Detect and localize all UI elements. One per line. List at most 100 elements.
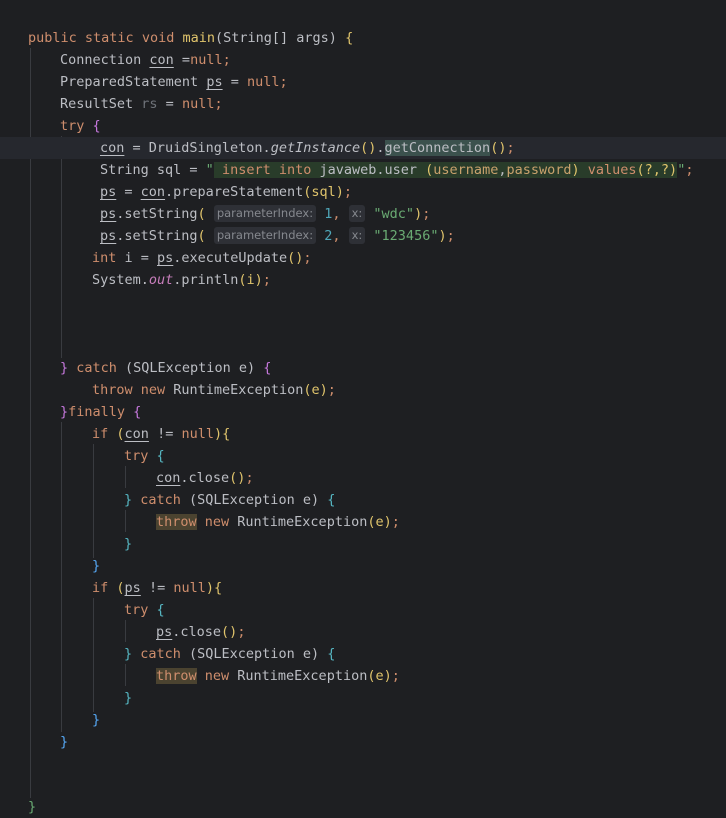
code-text: = DruidSingleton. <box>124 140 271 156</box>
keyword: try <box>124 448 149 464</box>
semicolon: ; <box>422 206 431 222</box>
semicolon: ; <box>237 624 246 640</box>
code-line[interactable]: try { <box>0 599 726 621</box>
semicolon: ; <box>303 250 312 266</box>
code-line-caret[interactable]: con = DruidSingleton.getInstance().getCo… <box>0 137 726 159</box>
brace: } <box>60 404 69 420</box>
brace: } <box>124 492 141 508</box>
code-line[interactable]: } <box>0 555 726 577</box>
string-quote: " <box>205 162 214 178</box>
variable: ps <box>100 206 117 222</box>
semicolon: ; <box>222 52 231 68</box>
method-params: (String[] args) <box>215 30 346 46</box>
semicolon: ; <box>327 382 336 398</box>
brace: } <box>60 734 69 750</box>
class-name: RuntimeException <box>229 668 368 684</box>
code-line[interactable]: int i = ps.executeUpdate(); <box>0 247 726 269</box>
variable: ps <box>157 250 174 266</box>
variable: ps <box>156 624 173 640</box>
keyword: if <box>92 580 109 596</box>
code-line[interactable]: if (con != null){ <box>0 423 726 445</box>
code-editor[interactable]: public static void main(String[] args) {… <box>0 0 726 818</box>
code-line[interactable]: public static void main(String[] args) { <box>0 27 726 49</box>
code-line[interactable]: } <box>0 687 726 709</box>
brace: { <box>84 118 101 134</box>
variable: rs <box>141 96 158 112</box>
code-line[interactable]: ps.setString( parameterIndex: 1, x: "wdc… <box>0 203 726 225</box>
method-call: .setString <box>116 206 198 222</box>
variable: ps <box>124 580 141 596</box>
code-line[interactable]: } <box>0 533 726 555</box>
code-line[interactable]: if (ps != null){ <box>0 577 726 599</box>
static-field: out <box>148 272 174 288</box>
keyword: new <box>196 668 230 684</box>
args: (i) <box>238 272 263 288</box>
code-line[interactable]: throw new RuntimeException(e); <box>0 665 726 687</box>
code-line[interactable]: con.close(); <box>0 467 726 489</box>
operator: != <box>148 426 182 442</box>
parens: () <box>360 140 377 156</box>
comma: , <box>332 228 349 244</box>
paren: ) <box>213 426 223 442</box>
sql-keyword: insert into <box>213 162 320 178</box>
code-line[interactable]: try { <box>0 445 726 467</box>
keyword: throw <box>92 382 133 398</box>
method-name: main <box>182 30 216 46</box>
parameter-hint: x: <box>348 205 366 222</box>
brace: { <box>327 492 336 508</box>
keyword: int <box>92 250 117 266</box>
code-text: String sql = <box>100 162 206 178</box>
paren: ( <box>116 426 125 442</box>
sql-keyword: values <box>579 162 637 178</box>
variable: ps <box>100 228 117 244</box>
code-line[interactable]: throw new RuntimeException(e); <box>0 379 726 401</box>
sql-column: password <box>506 162 572 178</box>
static-method: getInstance <box>270 140 361 156</box>
class-name: RuntimeException <box>229 514 368 530</box>
operator: = <box>173 52 191 68</box>
args: (e) <box>303 382 328 398</box>
code-line[interactable]: Connection con =null; <box>0 49 726 71</box>
semicolon: ; <box>214 96 223 112</box>
semicolon: ; <box>506 140 515 156</box>
code-line[interactable]: ps.close(); <box>0 621 726 643</box>
keyword: null <box>181 96 215 112</box>
semicolon: ; <box>391 668 400 684</box>
keyword: if <box>92 426 109 442</box>
code-line[interactable]: PreparedStatement ps = null; <box>0 71 726 93</box>
code-line[interactable]: ps = con.prepareStatement(sql); <box>0 181 726 203</box>
code-line[interactable]: } <box>0 731 726 753</box>
brace: { <box>327 646 336 662</box>
code-line[interactable]: String sql = " insert into javaweb.user … <box>0 159 726 181</box>
operator: = <box>157 96 182 112</box>
code-line[interactable]: ps.setString( parameterIndex: 2, x: "123… <box>0 225 726 247</box>
code-text: (SQLException e) <box>180 646 328 662</box>
code-line[interactable]: try { <box>0 115 726 137</box>
operator: = <box>116 184 141 200</box>
code-line[interactable]: } catch (SQLException e) { <box>0 357 726 379</box>
brace: { <box>222 426 231 442</box>
operator: = <box>222 74 247 90</box>
code-line[interactable]: throw new RuntimeException(e); <box>0 511 726 533</box>
code-line[interactable]: } catch (SQLException e) { <box>0 643 726 665</box>
code-line[interactable]: }finally { <box>0 401 726 423</box>
method-call: .prepareStatement <box>165 184 304 200</box>
code-line[interactable]: ResultSet rs = null; <box>0 93 726 115</box>
method-call: .close <box>172 624 222 640</box>
method-call: getConnection <box>384 140 491 156</box>
brace: } <box>124 690 133 706</box>
code-line[interactable]: } <box>0 796 726 818</box>
code-line[interactable]: } catch (SQLException e) { <box>0 489 726 511</box>
variable: con <box>149 52 174 68</box>
variable: con <box>124 426 149 442</box>
type-name: PreparedStatement <box>60 74 207 90</box>
brace: } <box>60 360 77 376</box>
keyword: null <box>173 580 206 596</box>
brace: { <box>345 30 354 46</box>
paren: ( <box>197 206 206 222</box>
code-line[interactable]: System.out.println(i); <box>0 269 726 291</box>
keyword: try <box>124 602 149 618</box>
code-line[interactable]: } <box>0 709 726 731</box>
keyword: new <box>132 382 166 398</box>
code-text: . <box>376 140 385 156</box>
